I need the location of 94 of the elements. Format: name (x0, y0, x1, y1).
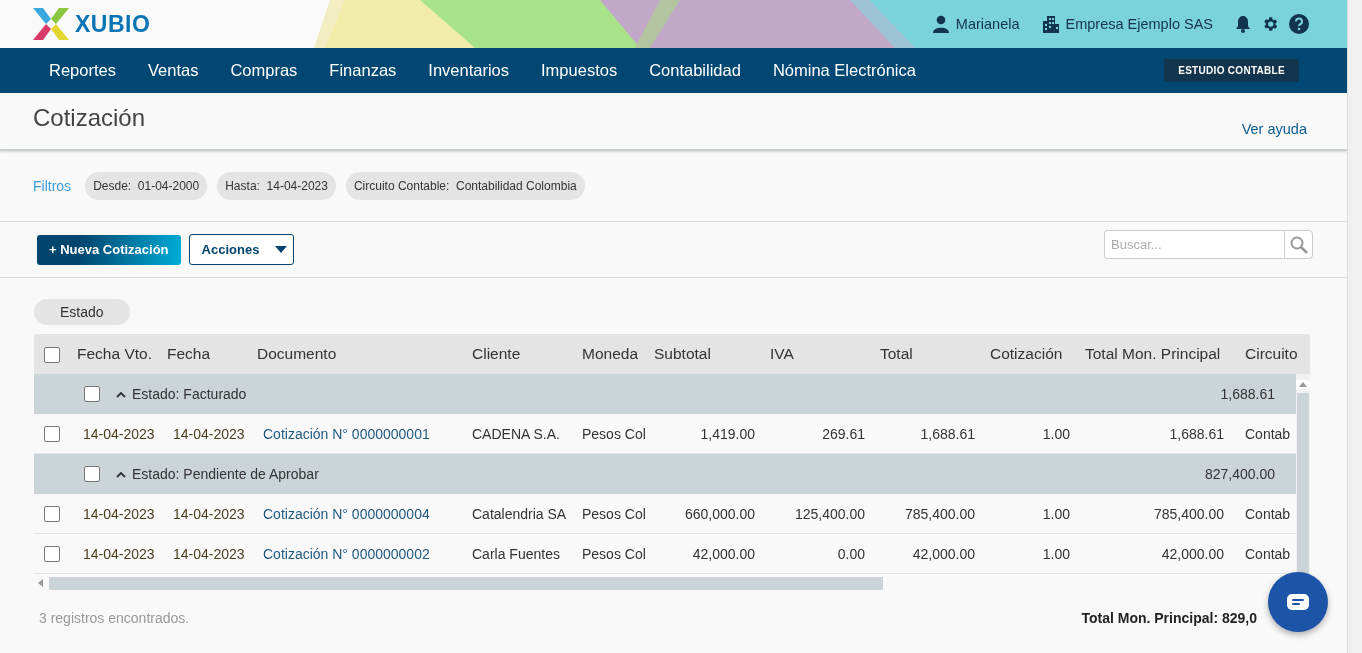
document-link[interactable]: Cotización N° 0000000004 (263, 505, 430, 522)
table-cell: 269.61 (822, 425, 865, 442)
table-cell: Pesos Col (582, 545, 646, 562)
table-cell: 1.00 (1042, 545, 1070, 562)
checkbox[interactable] (44, 546, 60, 563)
person-icon (931, 15, 950, 33)
table-cell: 14-04-2023 (173, 545, 245, 562)
table-cell: 14-04-2023 (173, 425, 245, 442)
chat-button[interactable] (1268, 572, 1328, 632)
table-cell: 660,000.00 (684, 505, 755, 522)
table-cell: 1.00 (1042, 425, 1070, 442)
table-cell: 785,400.00 (1153, 505, 1224, 522)
table-cell: 42,000.00 (692, 545, 755, 562)
column-header[interactable]: Subtotal (654, 345, 711, 362)
column-header[interactable]: Cliente (472, 345, 521, 362)
table-cell: 785,400.00 (904, 505, 975, 522)
table-cell: Pesos Col (582, 425, 646, 442)
filter-chip[interactable]: Circuito Contable: Contabilidad Colombia (345, 172, 585, 200)
chevron-up-icon[interactable] (116, 390, 126, 398)
actions-dropdown[interactable]: Acciones (188, 234, 294, 265)
table-cell: Contab (1245, 545, 1291, 562)
user-name[interactable]: Marianela (955, 16, 1020, 32)
scroll-up-icon[interactable] (1296, 380, 1310, 389)
horizontal-scrollbar[interactable] (49, 576, 883, 590)
company-name[interactable]: Empresa Ejemplo SAS (1065, 16, 1213, 32)
new-quote-button[interactable]: + Nueva Cotización (37, 234, 181, 265)
table-cell: Catalendria SA (472, 505, 567, 522)
chat-icon (1287, 594, 1309, 610)
chevron-up-icon[interactable] (116, 470, 126, 478)
table-cell: 1.00 (1042, 505, 1070, 522)
nav-link[interactable]: Compras (214, 61, 314, 80)
bell-icon[interactable] (1235, 15, 1251, 33)
brand-name: XUBIO (75, 10, 151, 38)
table-cell: 1,688.61 (920, 425, 975, 442)
group-label: Estado: Facturado (132, 386, 247, 402)
column-header[interactable]: Total (880, 345, 913, 362)
filter-chip[interactable]: Hasta: 14-04-2023 (217, 172, 336, 200)
nav-link[interactable]: Ventas (131, 61, 215, 80)
caret-icon (274, 246, 287, 253)
column-header[interactable]: Total Mon. Principal (1085, 345, 1221, 362)
group-total: 1,688.61 (1219, 386, 1275, 402)
building-icon (1041, 15, 1060, 33)
table-cell: 14-04-2023 (173, 505, 245, 522)
column-header[interactable]: IVA (770, 345, 794, 362)
document-link[interactable]: Cotización N° 0000000001 (263, 425, 430, 442)
table-cell: 1,419.00 (700, 425, 755, 442)
column-header[interactable]: Cotización (990, 345, 1063, 362)
nav-link[interactable]: Contabilidad (633, 61, 757, 80)
checkbox[interactable] (44, 426, 60, 443)
nav-link[interactable]: Nómina Electrónica (756, 61, 932, 80)
page-scrollbar[interactable] (1347, 0, 1362, 653)
column-header[interactable]: Fecha (167, 345, 211, 362)
page-title: Cotización (33, 104, 146, 132)
logo-icon (33, 8, 69, 40)
checkbox[interactable] (44, 346, 60, 363)
checkbox[interactable] (84, 386, 100, 402)
column-header[interactable]: Documento (257, 345, 337, 362)
nav-link[interactable]: Reportes (33, 61, 132, 80)
table-cell: Contab (1245, 425, 1291, 442)
studio-button[interactable]: ESTUDIO CONTABLE (1164, 59, 1299, 82)
search-icon (1289, 235, 1308, 254)
table-cell: Pesos Col (582, 505, 646, 522)
nav-link[interactable]: Impuestos (525, 61, 634, 80)
table-cell: 14-04-2023 (83, 545, 155, 562)
column-header[interactable]: Circuito (1245, 345, 1298, 362)
checkbox[interactable] (44, 506, 60, 523)
column-header[interactable]: Fecha Vto. (77, 345, 152, 362)
search-button[interactable] (1284, 230, 1313, 259)
group-label: Estado: Pendiente de Aprobar (132, 466, 319, 482)
table-cell: Carla Fuentes (472, 545, 560, 562)
record-count: 3 registros encontrados. (39, 610, 190, 626)
table-cell: Contab (1245, 505, 1291, 522)
group-total: 827,400.00 (1203, 466, 1275, 482)
nav-link[interactable]: Inventarios (412, 61, 526, 80)
table-cell: CADENA S.A. (472, 425, 560, 442)
table-cell: 1,688.61 (1169, 425, 1224, 442)
search-field[interactable]: Buscar... (1104, 230, 1284, 259)
table-cell: 125,400.00 (794, 505, 865, 522)
column-header[interactable]: Moneda (582, 345, 638, 362)
vertical-scrollbar[interactable] (1296, 374, 1310, 574)
table-cell: 0.00 (837, 545, 865, 562)
help-icon[interactable] (1289, 14, 1309, 34)
table-cell: 14-04-2023 (83, 505, 155, 522)
table-cell: 42,000.00 (912, 545, 975, 562)
filter-chip[interactable]: Desde: 01-04-2000 (85, 172, 208, 200)
scrollbar-thumb[interactable] (1297, 393, 1309, 574)
help-link[interactable]: Ver ayuda (1241, 121, 1307, 137)
grand-total: Total Mon. Principal: 829,0 (1081, 610, 1257, 626)
grouping-chip[interactable]: Estado (34, 299, 130, 325)
checkbox[interactable] (84, 466, 100, 482)
document-link[interactable]: Cotización N° 0000000002 (263, 545, 430, 562)
table-cell: 14-04-2023 (83, 425, 155, 442)
table-cell: 42,000.00 (1161, 545, 1224, 562)
nav-link[interactable]: Finanzas (313, 61, 413, 80)
